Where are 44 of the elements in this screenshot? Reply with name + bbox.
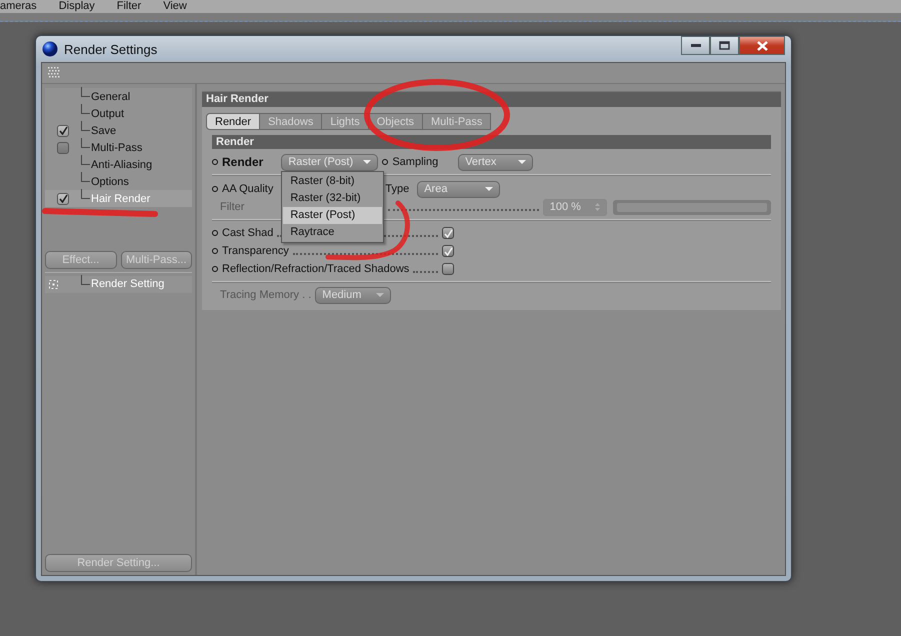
menu-item[interactable]: ameras [0,0,37,13]
grip-icon[interactable] [48,67,60,79]
tracing-memory-label: Tracing Memory . . [220,289,312,301]
sidebar-item[interactable]: Output [45,105,192,122]
option-label: Transparency [222,245,289,257]
sidebar-item[interactable]: Multi-Pass [45,139,192,156]
sidebar-item[interactable]: Save [45,122,192,139]
option-label: Reflection/Refraction/Traced Shadows [222,263,410,275]
close-icon [756,40,768,50]
sidebar-item[interactable]: General [45,88,192,105]
close-button[interactable] [739,36,785,55]
focus-icon [49,280,58,289]
menu-option[interactable]: Raster (8-bit) [283,172,382,190]
minimize-icon [690,44,700,47]
render-setting-item[interactable]: Render Setting [45,276,192,293]
checkbox[interactable] [57,192,69,204]
filter-label: Filter [220,201,244,213]
section-header: Render [212,135,771,149]
window-title: Render Settings [64,42,158,56]
checkbox[interactable] [57,124,69,136]
minimize-button[interactable] [681,36,710,55]
panel-title: Hair Render [202,91,781,107]
sampling-label: Sampling [392,156,438,168]
menu-option[interactable]: Raytrace [283,224,382,240]
filter-slider[interactable] [612,200,772,214]
checkbox[interactable] [442,245,454,257]
aa-quality-label: AA Quality [222,183,274,195]
menu-item[interactable]: View [163,0,187,13]
menu-option[interactable]: Raster (32-bit) [283,190,382,206]
maximize-button[interactable] [710,36,739,55]
option-label: Cast Shad [222,227,274,239]
tab[interactable]: Render [206,113,260,130]
menu-item[interactable]: Display [58,0,95,13]
sidebar-item[interactable]: Options [45,173,192,190]
checkbox[interactable] [57,142,69,154]
sphere-icon [42,41,58,57]
render-label: Render [222,155,264,169]
menu-item[interactable]: Filter [116,0,142,13]
menu-option[interactable]: Raster (Post) [283,206,382,224]
checkbox[interactable] [442,227,454,239]
checkbox[interactable] [442,263,454,275]
type-label: Type [385,183,410,195]
sidebar-item[interactable]: Anti-Aliasing [45,156,192,173]
maximize-icon [719,41,730,50]
